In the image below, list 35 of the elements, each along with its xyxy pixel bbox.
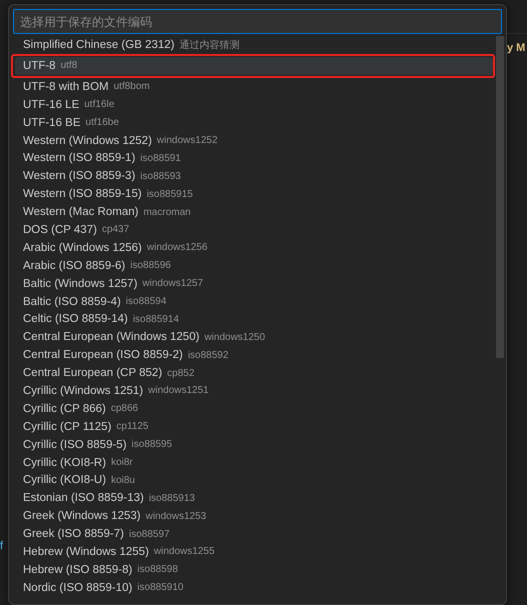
encoding-item[interactable]: Cyrillic (CP 866) cp866 <box>15 400 496 418</box>
encoding-item[interactable]: Western (ISO 8859-15) iso885915 <box>15 185 496 204</box>
encoding-item[interactable]: UTF-8 with BOM utf8bom <box>15 78 496 96</box>
encoding-item[interactable]: Central European (CP 852) cp852 <box>15 364 496 382</box>
encoding-item[interactable]: Arabic (ISO 8859-6) iso88596 <box>15 256 496 275</box>
encoding-item[interactable]: Greek (ISO 8859-7) iso88597 <box>15 525 496 544</box>
encoding-item[interactable]: Nordic (ISO 8859-10) iso885910 <box>15 578 496 597</box>
encoding-item[interactable]: Western (ISO 8859-3) iso88593 <box>15 167 496 186</box>
encoding-item[interactable]: Celtic (ISO 8859-14) iso885914 <box>15 310 496 328</box>
encoding-item[interactable]: Cyrillic (KOI8-U) koi8u <box>15 471 496 490</box>
encoding-item[interactable]: Western (Mac Roman) macroman <box>15 203 496 222</box>
encoding-item[interactable]: Western (Windows 1252) windows1252 <box>15 132 496 150</box>
encoding-item[interactable]: UTF-8 utf8 <box>15 56 493 75</box>
encoding-item[interactable]: Central European (ISO 8859-2) iso88592 <box>15 346 496 364</box>
encoding-item[interactable]: Hebrew (Windows 1255) windows1255 <box>15 543 496 561</box>
encoding-item[interactable]: Cyrillic (KOI8-R) koi8r <box>15 454 496 472</box>
scrollbar-thumb[interactable] <box>496 36 504 358</box>
encoding-item[interactable]: UTF-16 BE utf16be <box>15 114 496 132</box>
code-fragment: f <box>0 539 4 554</box>
encoding-item[interactable]: Hebrew (ISO 8859-8) iso88598 <box>15 560 496 579</box>
code-fragment: y M <box>507 41 526 56</box>
encoding-item[interactable]: Cyrillic (CP 1125) cp1125 <box>15 418 496 436</box>
encoding-item[interactable]: Arabic (Windows 1256) windows1256 <box>15 238 496 257</box>
input-field[interactable]: 选择用于保存的文件编码 <box>13 9 502 34</box>
encoding-item[interactable]: Cyrillic (ISO 8859-5) iso88595 <box>15 436 496 454</box>
encoding-item[interactable]: Baltic (ISO 8859-4) iso88594 <box>15 292 496 310</box>
encoding-item[interactable]: Simplified Chinese (GB 2312) 通过内容猜测 <box>15 36 496 54</box>
encoding-item[interactable]: UTF-16 LE utf16le <box>15 96 496 114</box>
encoding-item[interactable]: Western (ISO 8859-1) iso88591 <box>15 149 496 168</box>
encoding-item[interactable]: DOS (CP 437) cp437 <box>15 221 496 239</box>
encoding-item[interactable]: Greek (Windows 1253) windows1253 <box>15 507 496 526</box>
encoding-item[interactable]: Estonian (ISO 8859-13) iso885913 <box>15 489 496 508</box>
encoding-item[interactable]: Baltic (Windows 1257) windows1257 <box>15 274 496 293</box>
encoding-item[interactable]: Cyrillic (Windows 1251) windows1251 <box>15 382 496 400</box>
encoding-item[interactable]: Central European (Windows 1250) windows1250 <box>15 328 496 346</box>
